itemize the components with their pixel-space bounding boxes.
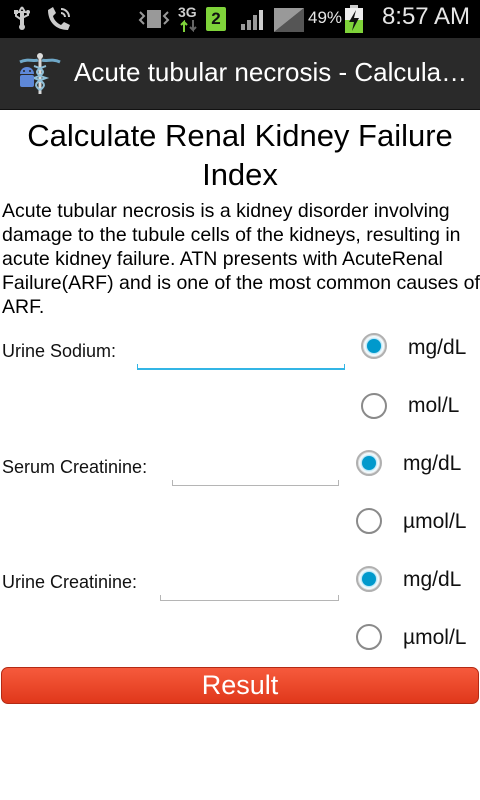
serum-creatinine-unit-umoll-label[interactable]: µmol/L — [403, 510, 466, 534]
input-tick — [172, 480, 173, 486]
urine-creatinine-label: Urine Creatinine: — [2, 572, 138, 592]
phone-icon — [48, 7, 70, 30]
status-time: 8:57 AM — [381, 3, 470, 30]
urine-sodium-input[interactable] — [137, 342, 345, 370]
page-title: Calculate Renal Kidney Failure Index — [27, 118, 453, 192]
serum-creatinine-unit-mgdl-label[interactable]: mg/dL — [403, 452, 461, 476]
input-tick — [338, 595, 339, 601]
urine-sodium-unit-moll-radio[interactable] — [361, 393, 387, 419]
serum-creatinine-label: Serum Creatinine: — [2, 457, 148, 477]
action-bar: Acute tubular necrosis - Calculate Renal… — [0, 38, 480, 110]
network-type: 3G — [178, 4, 197, 20]
urine-creatinine-unit-umoll-label[interactable]: µmol/L — [403, 626, 466, 650]
urine-sodium-label: Urine Sodium: — [2, 341, 117, 361]
urine-creatinine-unit-umoll-radio[interactable] — [356, 624, 382, 650]
urine-sodium-unit-moll-label[interactable]: mol/L — [408, 394, 459, 418]
signal-icon-2 — [274, 8, 304, 32]
input-tick — [137, 364, 138, 370]
data-icon: 3G — [178, 4, 200, 34]
app-title: Acute tubular necrosis - Calculate Renal… — [74, 57, 470, 87]
urine-creatinine-input[interactable] — [160, 573, 339, 601]
input-tick — [338, 480, 339, 486]
vibrate-icon — [138, 10, 170, 28]
urine-creatinine-unit-mgdl-radio[interactable] — [356, 566, 382, 592]
urine-sodium-unit-mgdl-label[interactable]: mg/dL — [408, 336, 466, 360]
input-tick — [344, 364, 345, 370]
serum-creatinine-unit-umoll-radio[interactable] — [356, 508, 382, 534]
notification-icon: 2 — [206, 7, 226, 31]
urine-sodium-unit-mgdl-radio[interactable] — [361, 333, 387, 359]
notification-count: 2 — [211, 9, 221, 28]
usb-icon — [14, 6, 30, 30]
result-button[interactable]: Result — [1, 667, 479, 704]
caduceus-android-icon[interactable] — [16, 52, 64, 96]
battery-percent: 49% — [308, 8, 343, 27]
serum-creatinine-unit-mgdl-radio[interactable] — [356, 450, 382, 476]
urine-creatinine-unit-mgdl-label[interactable]: mg/dL — [403, 568, 461, 592]
input-tick — [160, 595, 161, 601]
serum-creatinine-input[interactable] — [172, 458, 339, 486]
signal-icon — [241, 10, 263, 30]
status-bar: 3G 2 49% 8:57 AM — [0, 0, 480, 38]
battery-charging-icon — [345, 5, 363, 33]
description-text: Acute tubular necrosis is a kidney disor… — [2, 200, 480, 318]
